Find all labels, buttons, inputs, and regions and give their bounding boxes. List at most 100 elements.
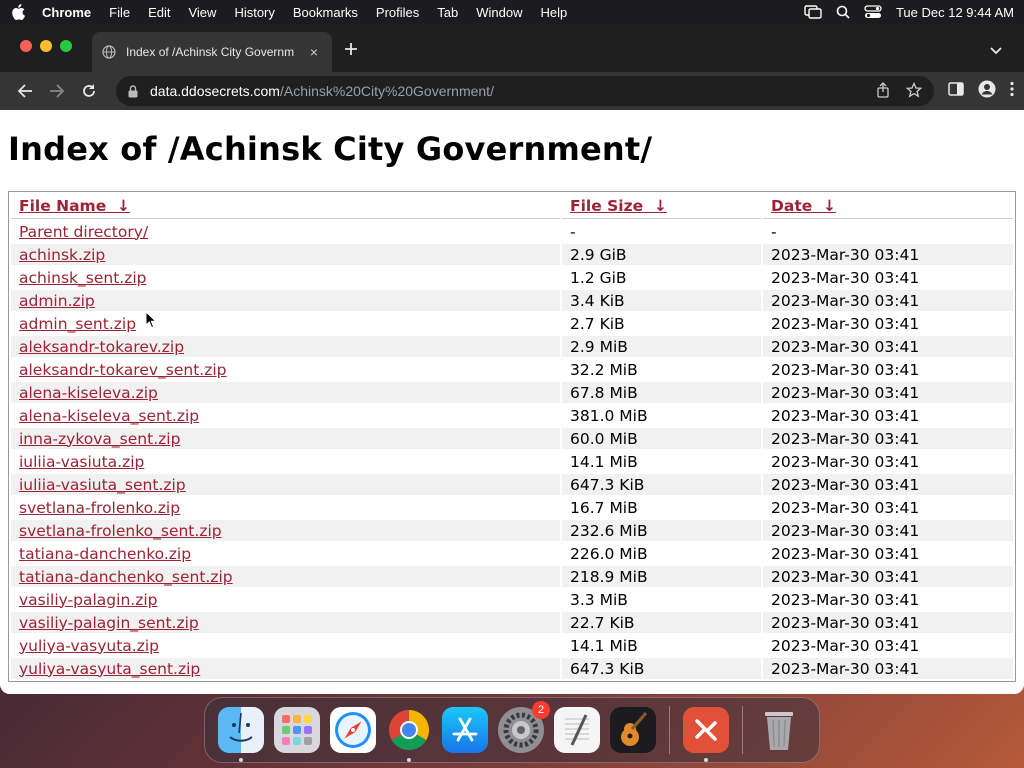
file-rows: Parent directory/- - achinsk.zip 2.9 GiB 202…	[11, 221, 1013, 679]
file-size-cell: 14.1 MiB	[570, 452, 638, 471]
table-row: tatiana-danchenko.zip 226.0 MiB 2023-Mar-3…	[11, 543, 1013, 564]
file-size-cell: 22.7 KiB	[562, 612, 761, 633]
menu-bookmarks[interactable]: Bookmarks	[293, 5, 358, 20]
menu-history[interactable]: History	[234, 5, 274, 20]
forward-arrow-icon[interactable]	[42, 76, 72, 106]
control-center-icon[interactable]	[864, 5, 882, 19]
screen-mirroring-icon[interactable]	[804, 5, 822, 19]
new-tab-icon[interactable]	[344, 40, 358, 60]
menu-view[interactable]: View	[188, 5, 216, 20]
table-row: svetlana-frolenko.zip 16.7 MiB 2023-Mar-30…	[11, 497, 1013, 518]
tab-strip: Index of /Achinsk City Governm ×	[0, 24, 1024, 72]
file-link[interactable]: aleksandr-tokarev.zip	[19, 338, 184, 356]
sort-arrow-icon: ↓	[117, 197, 131, 215]
file-link[interactable]: yuliya-vasyuta.zip	[19, 637, 159, 655]
trash-icon[interactable]	[756, 707, 802, 753]
tab-search-chevron-icon[interactable]	[990, 42, 1002, 60]
menu-edit[interactable]: Edit	[148, 5, 170, 20]
file-link[interactable]: svetlana-frolenko_sent.zip	[19, 522, 222, 540]
parent-directory-link[interactable]: Parent directory/	[19, 223, 148, 241]
file-link[interactable]: admin_sent.zip	[19, 315, 136, 333]
file-date-cell: 2023-Mar-30 03:41	[771, 314, 920, 333]
menu-window[interactable]: Window	[476, 5, 522, 20]
file-date-cell: 2023-Mar-30 03:41	[763, 520, 1013, 541]
menu-help[interactable]: Help	[541, 5, 568, 20]
file-link[interactable]: svetlana-frolenko.zip	[19, 499, 180, 517]
menu-clock[interactable]: Tue Dec 12 9:44 AM	[896, 5, 1014, 20]
table-row: achinsk.zip 2.9 GiB 2023-Mar-30 03:41	[11, 244, 1013, 265]
file-link[interactable]: yuliya-vasyuta_sent.zip	[19, 660, 200, 678]
file-name-cell: admin_sent.zip	[11, 313, 560, 334]
remote-desktop-icon[interactable]	[683, 707, 729, 762]
app-store-icon[interactable]	[442, 707, 488, 753]
file-name-cell: achinsk_sent.zip	[11, 267, 560, 288]
file-link[interactable]: tatiana-danchenko_sent.zip	[19, 568, 233, 586]
file-size-cell: 2.9 MiB	[562, 336, 761, 357]
dock-separator	[669, 706, 670, 754]
profile-avatar-icon[interactable]	[978, 80, 996, 103]
file-name-cell: tatiana-danchenko_sent.zip	[11, 566, 560, 587]
side-panel-icon[interactable]	[948, 81, 964, 101]
window-maximize-button[interactable]	[60, 40, 72, 52]
system-settings-icon[interactable]: 2	[498, 701, 550, 753]
file-link[interactable]: tatiana-danchenko.zip	[19, 545, 191, 563]
dock: 2	[204, 697, 820, 763]
launchpad-icon[interactable]	[274, 707, 320, 753]
menu-app-name[interactable]: Chrome	[42, 5, 91, 20]
address-bar[interactable]: data.ddosecrets.com/Achinsk%20City%20Gov…	[116, 76, 934, 106]
finder-icon[interactable]	[218, 707, 264, 762]
lock-icon[interactable]	[128, 84, 138, 98]
table-row: iuliia-vasiuta_sent.zip 647.3 KiB 2023-Mar…	[11, 474, 1013, 495]
table-row: vasiliy-palagin.zip 3.3 MiB 2023-Mar-30 03…	[11, 589, 1013, 610]
menu-profiles[interactable]: Profiles	[376, 5, 419, 20]
tab-title: Index of /Achinsk City Governm	[126, 45, 295, 59]
file-date-cell: 2023-Mar-30 03:41	[771, 360, 920, 379]
file-link[interactable]: iuliia-vasiuta_sent.zip	[19, 476, 186, 494]
textedit-icon[interactable]	[554, 707, 600, 753]
share-icon[interactable]	[876, 81, 890, 101]
file-link[interactable]: iuliia-vasiuta.zip	[19, 453, 144, 471]
window-minimize-button[interactable]	[40, 40, 52, 52]
file-size-cell: 647.3 KiB	[562, 474, 761, 495]
sort-by-date-link[interactable]: Date ↓	[771, 197, 836, 215]
file-size-cell: 14.1 MiB	[570, 636, 638, 655]
menu-tab[interactable]: Tab	[437, 5, 458, 20]
file-size-cell: 32.2 MiB	[570, 360, 638, 379]
spotlight-search-icon[interactable]	[836, 5, 850, 19]
file-link[interactable]: achinsk.zip	[19, 246, 105, 264]
menu-bar: Chrome File Edit View History Bookmarks …	[0, 0, 1024, 24]
file-link[interactable]: vasiliy-palagin.zip	[19, 591, 157, 609]
column-date-label: Date	[771, 197, 813, 215]
kebab-menu-icon[interactable]	[1010, 81, 1014, 102]
browser-window: Index of /Achinsk City Governm × data.dd…	[0, 24, 1024, 694]
browser-toolbar: data.ddosecrets.com/Achinsk%20City%20Gov…	[0, 72, 1024, 110]
chrome-icon[interactable]	[386, 707, 432, 762]
file-size-cell: -	[570, 222, 576, 241]
menu-file[interactable]: File	[109, 5, 130, 20]
file-link[interactable]: alena-kiseleva.zip	[19, 384, 158, 402]
sort-by-name-link[interactable]: File Name ↓	[19, 197, 130, 215]
globe-icon	[102, 45, 116, 59]
apple-icon[interactable]	[10, 4, 26, 20]
sort-arrow-icon: ↓	[823, 197, 837, 215]
file-date-cell: 2023-Mar-30 03:41	[763, 382, 1013, 403]
file-link[interactable]: aleksandr-tokarev_sent.zip	[19, 361, 227, 379]
file-size-cell: 3.3 MiB	[570, 590, 628, 609]
tab-close-icon[interactable]: ×	[306, 44, 322, 60]
garageband-icon[interactable]	[610, 707, 656, 753]
file-link[interactable]: inna-zykova_sent.zip	[19, 430, 180, 448]
file-date-cell: 2023-Mar-30 03:41	[771, 268, 920, 287]
file-link[interactable]: alena-kiseleva_sent.zip	[19, 407, 199, 425]
tab-active[interactable]: Index of /Achinsk City Governm ×	[92, 32, 332, 72]
safari-icon[interactable]	[330, 707, 376, 753]
file-name-cell: yuliya-vasyuta.zip	[11, 635, 560, 656]
sort-by-size-link[interactable]: File Size ↓	[570, 197, 667, 215]
window-close-button[interactable]	[20, 40, 32, 52]
file-link[interactable]: vasiliy-palagin_sent.zip	[19, 614, 199, 632]
table-row: Parent directory/ - -	[11, 221, 1013, 242]
file-link[interactable]: admin.zip	[19, 292, 95, 310]
bookmark-star-icon[interactable]	[905, 81, 923, 101]
reload-icon[interactable]	[74, 76, 104, 106]
back-arrow-icon[interactable]	[10, 76, 40, 106]
file-link[interactable]: achinsk_sent.zip	[19, 269, 147, 287]
